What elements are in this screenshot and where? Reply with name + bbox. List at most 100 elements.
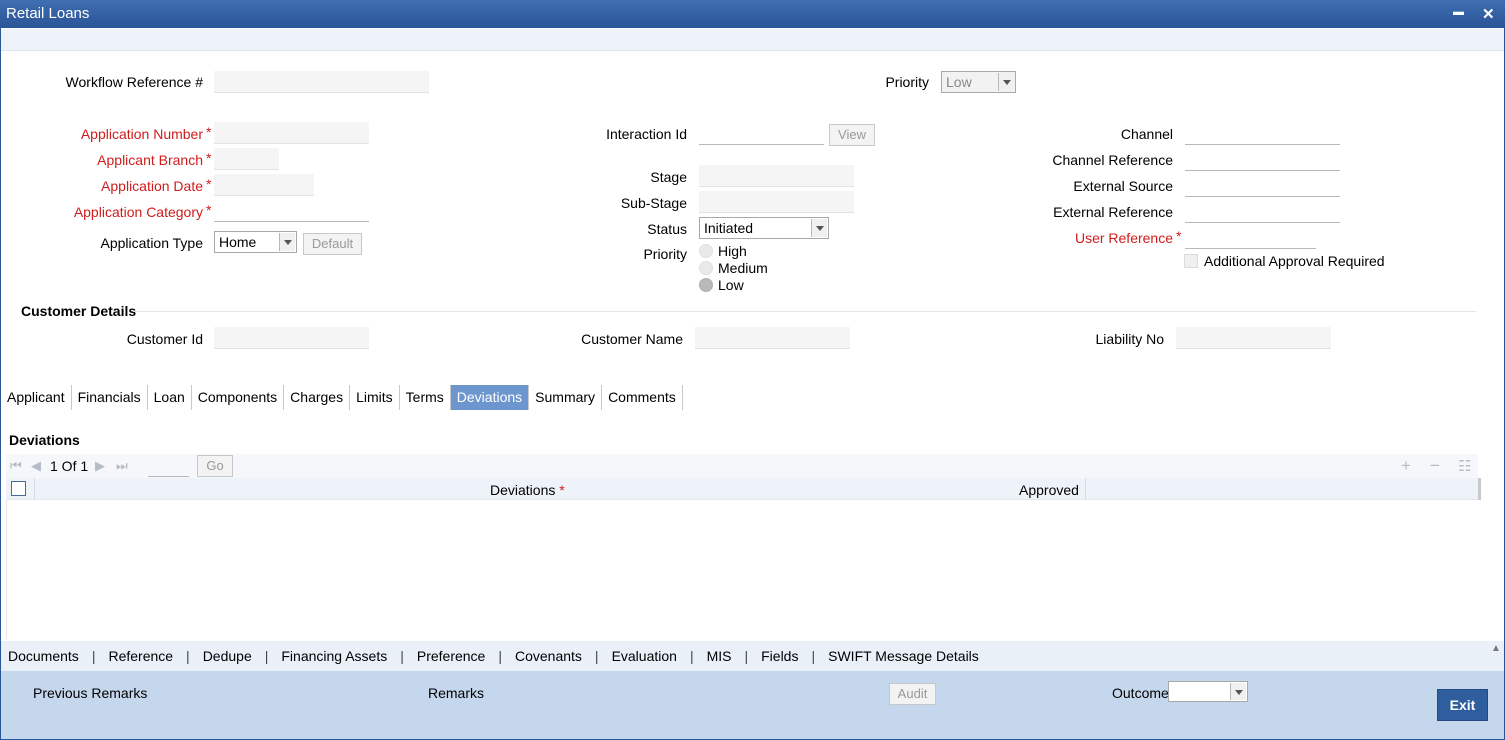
customer-name-input[interactable] (695, 327, 850, 349)
applicant-branch-input[interactable] (214, 148, 279, 170)
channel-reference-label: Channel Reference (1052, 152, 1173, 168)
last-page-icon[interactable]: ⏭ (116, 458, 128, 474)
application-date-input[interactable] (214, 174, 314, 196)
application-category-input[interactable] (214, 200, 369, 222)
deviations-column-header: Deviations * (490, 482, 565, 498)
link-swift-message-details[interactable]: SWIFT Message Details (828, 648, 979, 664)
outcome-select[interactable] (1168, 681, 1248, 702)
priority-medium-label: Medium (718, 260, 768, 276)
tab-charges[interactable]: Charges (284, 385, 351, 410)
liability-no-input[interactable] (1176, 327, 1331, 349)
tab-limits[interactable]: Limits (350, 385, 400, 410)
status-label: Status (647, 221, 687, 237)
priority-medium-radio[interactable] (699, 261, 713, 275)
header-priority-value: Low (946, 74, 972, 90)
required-star: * (206, 176, 212, 192)
application-number-input[interactable] (214, 122, 369, 144)
link-reference[interactable]: Reference (108, 648, 173, 664)
page-count: 1 Of 1 (50, 458, 89, 474)
sub-stage-input[interactable] (699, 191, 854, 213)
priority-low-label: Low (718, 277, 744, 293)
view-button[interactable]: View (829, 124, 875, 146)
user-reference-input[interactable] (1185, 227, 1316, 249)
outcome-label: Outcome (1112, 685, 1169, 701)
interaction-id-input[interactable] (699, 123, 824, 145)
default-button[interactable]: Default (303, 233, 362, 255)
tab-components[interactable]: Components (192, 385, 285, 410)
window-title: Retail Loans (6, 5, 90, 22)
window-title-bar: Retail Loans ▬ ✕ (0, 0, 1505, 28)
tab-loan[interactable]: Loan (148, 385, 192, 410)
chevron-down-icon (1230, 683, 1246, 700)
additional-approval-checkbox[interactable] (1184, 254, 1198, 268)
page-number-input[interactable] (148, 455, 189, 477)
tab-financials[interactable]: Financials (72, 385, 148, 410)
chevron-up-icon[interactable]: ▲ (1491, 643, 1501, 654)
customer-details-title: Customer Details (21, 303, 137, 319)
previous-page-icon[interactable]: ◀ (31, 458, 41, 474)
application-category-label: Application Category (73, 204, 203, 220)
external-source-input[interactable] (1185, 175, 1340, 197)
link-preference[interactable]: Preference (417, 648, 485, 664)
column-divider (1085, 478, 1086, 500)
link-evaluation[interactable]: Evaluation (612, 648, 677, 664)
required-star: * (206, 124, 212, 140)
link-documents[interactable]: Documents (8, 648, 79, 664)
next-page-icon[interactable]: ▶ (95, 458, 105, 474)
approved-column-header: Approved (1019, 482, 1079, 498)
list-icon[interactable]: ☷ (1458, 457, 1471, 475)
header-priority-select[interactable]: Low (941, 71, 1016, 93)
link-dedupe[interactable]: Dedupe (203, 648, 252, 664)
bottom-links-bar: Documents | Reference | Dedupe | Financing … (0, 641, 1505, 671)
channel-reference-input[interactable] (1185, 149, 1340, 171)
customer-id-input[interactable] (214, 327, 369, 349)
external-source-label: External Source (1073, 178, 1173, 194)
link-mis[interactable]: MIS (707, 648, 732, 664)
tab-applicant[interactable]: Applicant (0, 385, 72, 410)
deviations-grid-header: Deviations * Approved (6, 478, 1478, 500)
remove-icon[interactable]: − (1430, 456, 1440, 476)
tab-summary[interactable]: Summary (529, 385, 603, 410)
additional-approval-label: Additional Approval Required (1204, 253, 1385, 269)
priority-low-radio[interactable] (699, 278, 713, 292)
grid-scrollbar[interactable] (1478, 478, 1481, 500)
required-star: * (1176, 228, 1182, 244)
priority-high-radio[interactable] (699, 244, 713, 258)
liability-no-label: Liability No (1095, 331, 1164, 347)
chevron-down-icon (998, 73, 1014, 91)
deviations-grid-body (6, 500, 1478, 639)
remarks-link[interactable]: Remarks (428, 685, 484, 701)
channel-input[interactable] (1185, 123, 1340, 145)
application-number-label: Application Number (80, 126, 203, 142)
tab-comments[interactable]: Comments (602, 385, 683, 410)
first-page-icon[interactable]: ⏮ (10, 458, 22, 474)
link-fields[interactable]: Fields (761, 648, 798, 664)
interaction-id-label: Interaction Id (606, 126, 687, 142)
applicant-branch-label: Applicant Branch (97, 152, 203, 168)
status-select[interactable]: Initiated (699, 217, 829, 239)
application-type-select[interactable]: Home (214, 231, 297, 253)
link-covenants[interactable]: Covenants (515, 648, 582, 664)
go-button[interactable]: Go (197, 455, 233, 477)
sub-stage-label: Sub-Stage (620, 195, 687, 211)
link-financing-assets[interactable]: Financing Assets (281, 648, 387, 664)
workflow-reference-input[interactable] (214, 71, 429, 93)
stage-input[interactable] (699, 165, 854, 187)
tab-terms[interactable]: Terms (400, 385, 451, 410)
close-icon[interactable]: ✕ (1482, 5, 1495, 23)
application-type-label: Application Type (100, 235, 203, 251)
chevron-down-icon (811, 219, 827, 237)
section-divider (133, 311, 1476, 312)
add-icon[interactable]: + (1401, 456, 1411, 476)
chevron-down-icon (279, 233, 295, 251)
audit-button[interactable]: Audit (889, 683, 936, 705)
minimize-icon[interactable]: ▬ (1453, 6, 1464, 18)
workflow-reference-label: Workflow Reference # (65, 74, 203, 90)
previous-remarks-link[interactable]: Previous Remarks (33, 685, 147, 701)
external-reference-input[interactable] (1185, 201, 1340, 223)
customer-id-label: Customer Id (126, 331, 203, 347)
select-all-checkbox[interactable] (11, 481, 26, 496)
priority-label: Priority (643, 246, 687, 262)
tab-deviations[interactable]: Deviations (450, 385, 530, 410)
exit-button[interactable]: Exit (1437, 689, 1488, 721)
